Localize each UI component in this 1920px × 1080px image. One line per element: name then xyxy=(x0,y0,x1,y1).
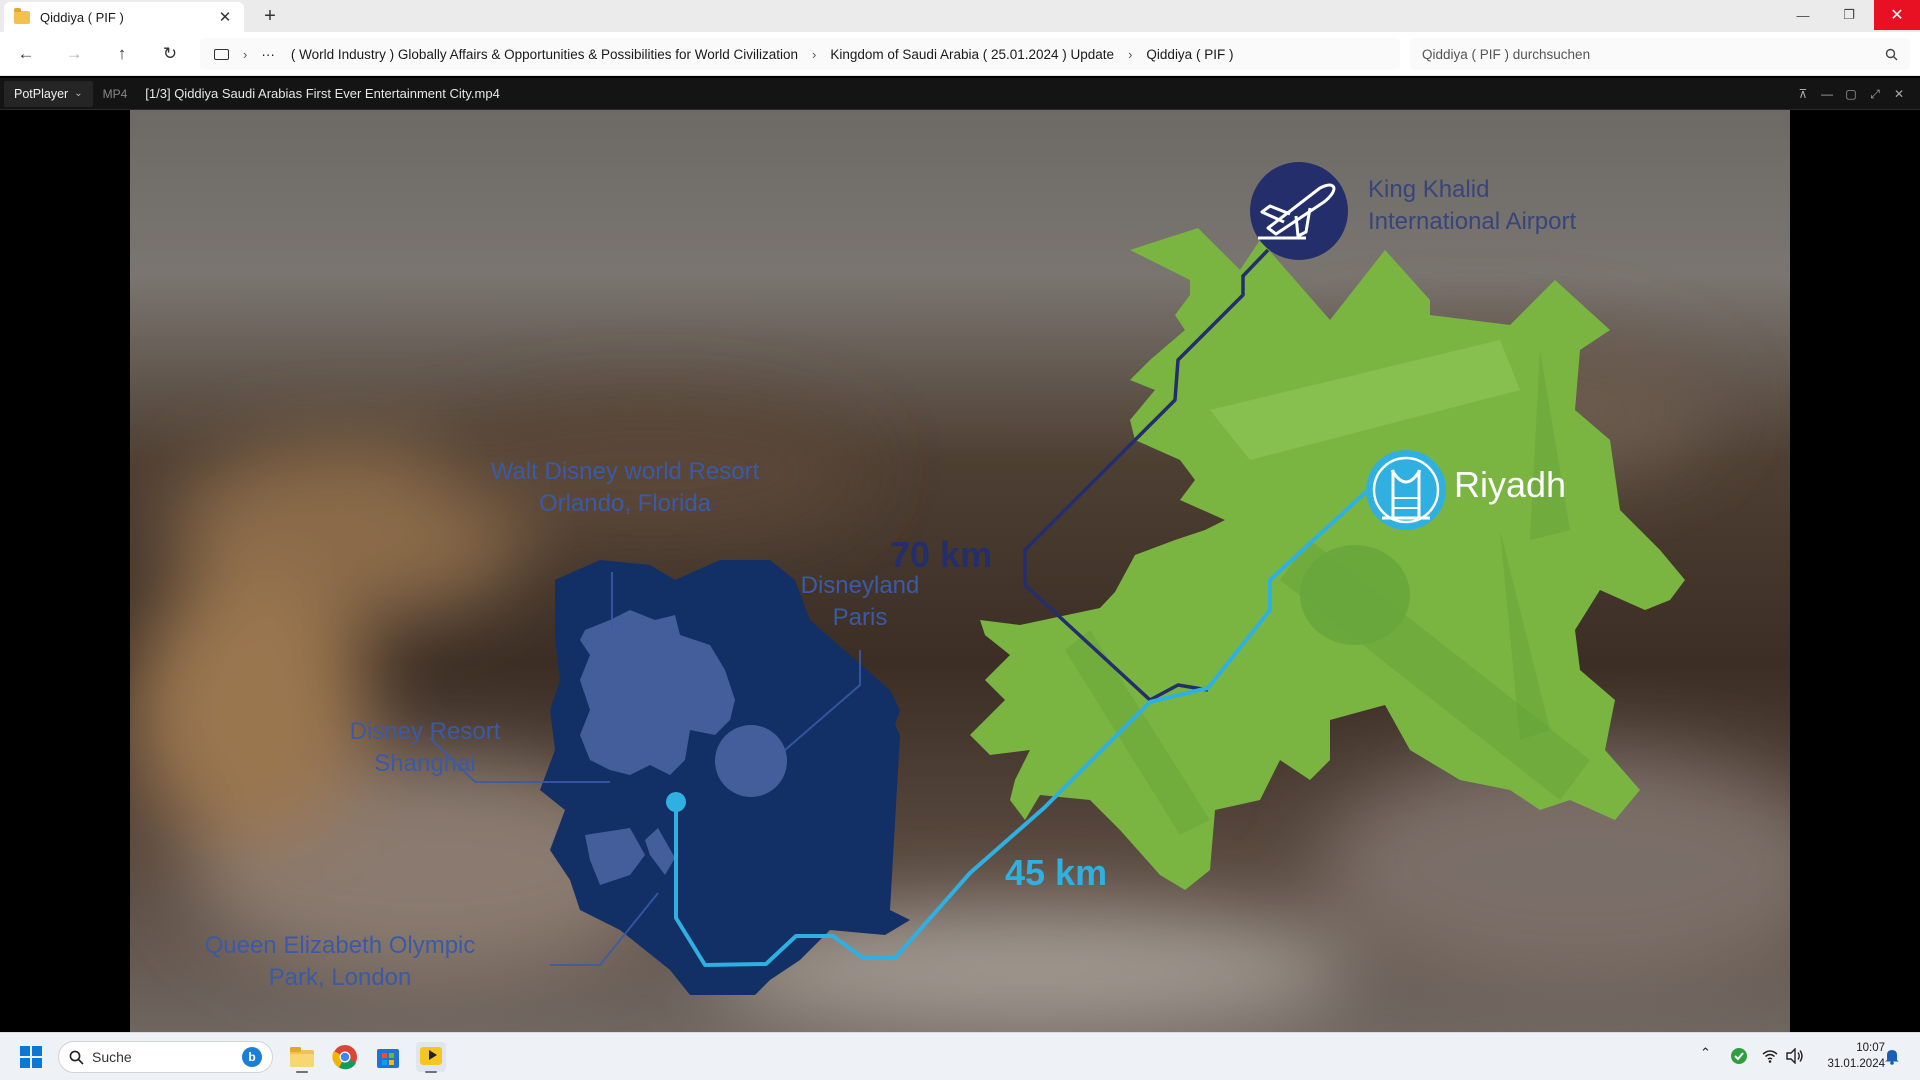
player-maximize-button[interactable]: ▢ xyxy=(1841,84,1861,104)
player-file-title: [1/3] Qiddiya Saudi Arabias First Ever E… xyxy=(145,86,500,101)
clock-date: 31.01.2024 xyxy=(1827,1058,1885,1070)
monitor-icon[interactable] xyxy=(214,48,229,60)
breadcrumb-more[interactable]: ··· xyxy=(261,47,275,62)
address-toolbar: ← → ↑ ↻ › ··· ( World Industry ) Globall… xyxy=(0,32,1920,76)
pin-icon[interactable]: ⊼ xyxy=(1793,84,1813,104)
player-app-label: PotPlayer xyxy=(14,86,69,101)
disney-world-label-line1: Walt Disney world Resort xyxy=(490,458,760,485)
maximize-button[interactable]: ❐ xyxy=(1826,0,1872,30)
disneyland-label-line2: Paris xyxy=(832,604,888,631)
olympic-park-label: Queen Elizabeth Olympic Park, London xyxy=(190,930,490,994)
wifi-icon[interactable] xyxy=(1762,1048,1778,1064)
chevron-up-icon[interactable]: ⌃ xyxy=(1700,1045,1711,1061)
taskbar-search-placeholder: Suche xyxy=(92,1049,132,1065)
riyadh-label: Riyadh xyxy=(1454,464,1567,505)
breadcrumb-item[interactable]: Kingdom of Saudi Arabia ( 25.01.2024 ) U… xyxy=(830,47,1114,62)
close-window-button[interactable]: ✕ xyxy=(1874,0,1920,30)
disney-world-label-line2: Orlando, Florida xyxy=(538,490,712,517)
search-icon xyxy=(69,1050,84,1065)
tab-title: Qiddiya ( PIF ) xyxy=(40,9,124,25)
new-tab-button[interactable]: + xyxy=(258,4,282,28)
chevron-down-icon: ⌄ xyxy=(74,88,83,99)
route-start-dot xyxy=(666,792,686,812)
breadcrumb: › ··· ( World Industry ) Globally Affair… xyxy=(200,38,1400,70)
potplayer-menu-button[interactable]: PotPlayer ⌄ xyxy=(4,80,93,107)
breadcrumb-item[interactable]: Qiddiya ( PIF ) xyxy=(1146,47,1233,62)
shanghai-label-line1: Disney Resort xyxy=(349,718,501,745)
chevron-right-icon: › xyxy=(812,46,817,62)
minimize-button[interactable]: — xyxy=(1780,0,1826,30)
disneyland-label: Disneyland Paris xyxy=(790,570,930,634)
kingdom-tower-icon xyxy=(1366,450,1446,530)
refresh-button[interactable]: ↻ xyxy=(156,42,184,66)
taskbar-search-input[interactable]: Suche b xyxy=(58,1041,273,1073)
volume-icon[interactable] xyxy=(1786,1048,1804,1064)
olympic-park-label-line1: Queen Elizabeth Olympic xyxy=(204,932,476,959)
distance-riyadh-label: 45 km xyxy=(1005,852,1108,893)
security-shield-icon[interactable] xyxy=(1730,1047,1748,1065)
olympic-park-label-line2: Park, London xyxy=(268,964,412,991)
player-minimize-button[interactable]: — xyxy=(1817,84,1837,104)
taskbar: Suche b ⌃ 10:07 31.01.2024 xyxy=(0,1032,1920,1080)
back-button[interactable]: ← xyxy=(12,42,40,66)
search-placeholder: Qiddiya ( PIF ) durchsuchen xyxy=(1422,46,1591,62)
player-format-badge: MP4 xyxy=(102,86,128,101)
folder-icon xyxy=(14,7,30,24)
file-explorer-icon[interactable] xyxy=(286,1041,318,1073)
distance-airport-label: 70 km xyxy=(890,534,993,575)
video-area[interactable]: King Khalid International Airport Riyadh… xyxy=(0,110,1920,1032)
chrome-icon[interactable] xyxy=(329,1041,361,1073)
shanghai-label-line2: Shanghai xyxy=(374,750,476,777)
up-button[interactable]: ↑ xyxy=(108,42,136,66)
player-fullscreen-button[interactable]: ⤢ xyxy=(1865,84,1885,104)
player-close-button[interactable]: ✕ xyxy=(1889,84,1909,104)
video-frame[interactable]: King Khalid International Airport Riyadh… xyxy=(130,110,1790,1032)
folder-search-input[interactable]: Qiddiya ( PIF ) durchsuchen xyxy=(1410,38,1910,70)
chevron-right-icon: › xyxy=(1128,46,1133,62)
potplayer-icon[interactable] xyxy=(415,1041,447,1073)
microsoft-store-icon[interactable] xyxy=(372,1041,404,1073)
forward-button[interactable]: → xyxy=(60,42,88,66)
chevron-right-icon: › xyxy=(243,46,248,62)
taskbar-clock[interactable]: 10:07 31.01.2024 xyxy=(1815,1040,1885,1072)
airport-label-line2: International Airport xyxy=(1368,208,1577,235)
bing-icon[interactable]: b xyxy=(242,1047,262,1067)
airport-label-line1: King Khalid xyxy=(1368,176,1490,203)
airport-label: King Khalid International Airport xyxy=(1368,174,1576,238)
explorer-tab[interactable]: Qiddiya ( PIF ) ✕ xyxy=(4,2,244,32)
disney-world-label: Walt Disney world Resort Orlando, Florid… xyxy=(475,456,775,520)
notification-bell-icon[interactable] xyxy=(1884,1047,1900,1065)
search-icon xyxy=(1885,48,1898,60)
airplane-icon xyxy=(1250,162,1348,260)
breadcrumb-item[interactable]: ( World Industry ) Globally Affairs & Op… xyxy=(291,47,798,62)
player-title-bar: PotPlayer ⌄ MP4 [1/3] Qiddiya Saudi Arab… xyxy=(0,78,1920,110)
windows-start-icon[interactable] xyxy=(20,1046,42,1068)
clock-time: 10:07 xyxy=(1856,1042,1885,1054)
shanghai-label: Disney Resort Shanghai xyxy=(335,716,515,780)
explorer-tab-strip: Qiddiya ( PIF ) ✕ + — ❐ ✕ xyxy=(0,0,1920,32)
tab-close-button[interactable]: ✕ xyxy=(216,8,234,26)
